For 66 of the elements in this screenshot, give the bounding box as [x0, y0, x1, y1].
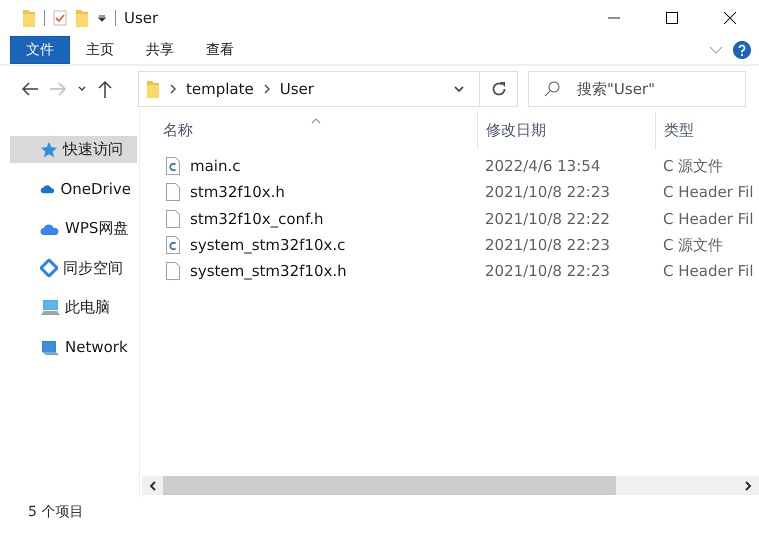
diamond-icon	[40, 259, 58, 277]
modified-date: 2022/4/6 13:54	[484, 157, 602, 176]
file-name[interactable]: stm32f10x_conf.h	[190, 210, 324, 228]
file-type: C Header Fil	[662, 183, 754, 202]
window-title: User	[124, 9, 158, 27]
chevron-icon	[264, 84, 270, 94]
forward-arrow-icon	[50, 82, 66, 96]
sidebar-item[interactable]: 同步空间	[10, 254, 137, 282]
sidebar-item[interactable]: 快速访问	[10, 136, 137, 163]
ribbon-tab[interactable]: 主页	[70, 36, 130, 64]
file-name[interactable]: stm32f10x.h	[190, 183, 285, 202]
horizontal-scrollbar[interactable]	[142, 476, 759, 495]
refresh-icon	[490, 81, 506, 97]
cloud-icon	[40, 222, 60, 236]
customize-toolbar-icon[interactable]	[97, 13, 107, 23]
folder-icon	[146, 79, 160, 99]
breadcrumb[interactable]: User	[280, 80, 314, 98]
modified-date: 2021/10/8 22:23	[484, 262, 611, 280]
sidebar-item[interactable]: WPS网盘	[10, 215, 137, 242]
sidebar-item[interactable]: 此电脑	[10, 294, 137, 321]
file-menu-button[interactable]: 文件	[10, 36, 70, 64]
network-icon	[40, 338, 60, 356]
column-header[interactable]: 类型	[655, 112, 759, 149]
file-type: C 源文件	[662, 156, 724, 176]
item-count: 5 个项目	[28, 503, 84, 521]
ribbon-tab[interactable]: 查看	[190, 36, 250, 64]
breadcrumb[interactable]: template	[186, 80, 254, 98]
file-type: C Header Fil	[662, 262, 754, 280]
file-type: C Header Fil	[662, 210, 754, 228]
column-header[interactable]: 修改日期	[477, 112, 655, 149]
maximize-icon	[666, 12, 678, 24]
file-icon	[166, 210, 180, 228]
close-icon	[724, 12, 736, 24]
chevron-right-icon	[745, 480, 752, 490]
column-header[interactable]: 名称	[140, 112, 477, 149]
address-bar[interactable]: template User	[138, 71, 518, 107]
sidebar-item[interactable]: Network	[10, 334, 137, 360]
chevron-left-icon	[149, 480, 156, 490]
c-file-icon	[166, 236, 180, 254]
properties-icon[interactable]	[53, 10, 67, 26]
file-icon	[166, 262, 180, 280]
back-arrow-icon	[22, 82, 38, 96]
modified-date: 2021/10/8 22:23	[484, 183, 611, 202]
search-field[interactable]: 搜索"User"	[528, 71, 746, 107]
folder-icon	[22, 8, 36, 28]
caret-icon	[454, 86, 464, 92]
modified-date: 2021/10/8 22:23	[484, 236, 611, 254]
help-icon[interactable]	[733, 41, 751, 59]
modified-date: 2021/10/8 22:22	[484, 210, 611, 228]
file-name[interactable]: system_stm32f10x.c	[190, 236, 346, 254]
ribbon-tab[interactable]: 共享	[130, 36, 190, 64]
sidebar-item[interactable]: OneDrive	[10, 176, 137, 202]
c-file-icon	[166, 157, 180, 176]
search-icon	[544, 81, 560, 97]
file-type: C 源文件	[662, 236, 724, 255]
file-icon	[166, 183, 180, 202]
sort-caret-icon	[311, 118, 321, 124]
new-folder-icon	[75, 8, 89, 28]
scrollbar-thumb[interactable]	[163, 476, 616, 495]
chevron-icon	[170, 84, 176, 94]
file-name[interactable]: main.c	[190, 157, 240, 176]
file-name[interactable]: system_stm32f10x.h	[190, 262, 347, 280]
star-icon	[40, 140, 58, 158]
computer-icon	[40, 298, 60, 316]
up-arrow-icon	[98, 80, 112, 98]
caret-icon	[78, 86, 86, 92]
